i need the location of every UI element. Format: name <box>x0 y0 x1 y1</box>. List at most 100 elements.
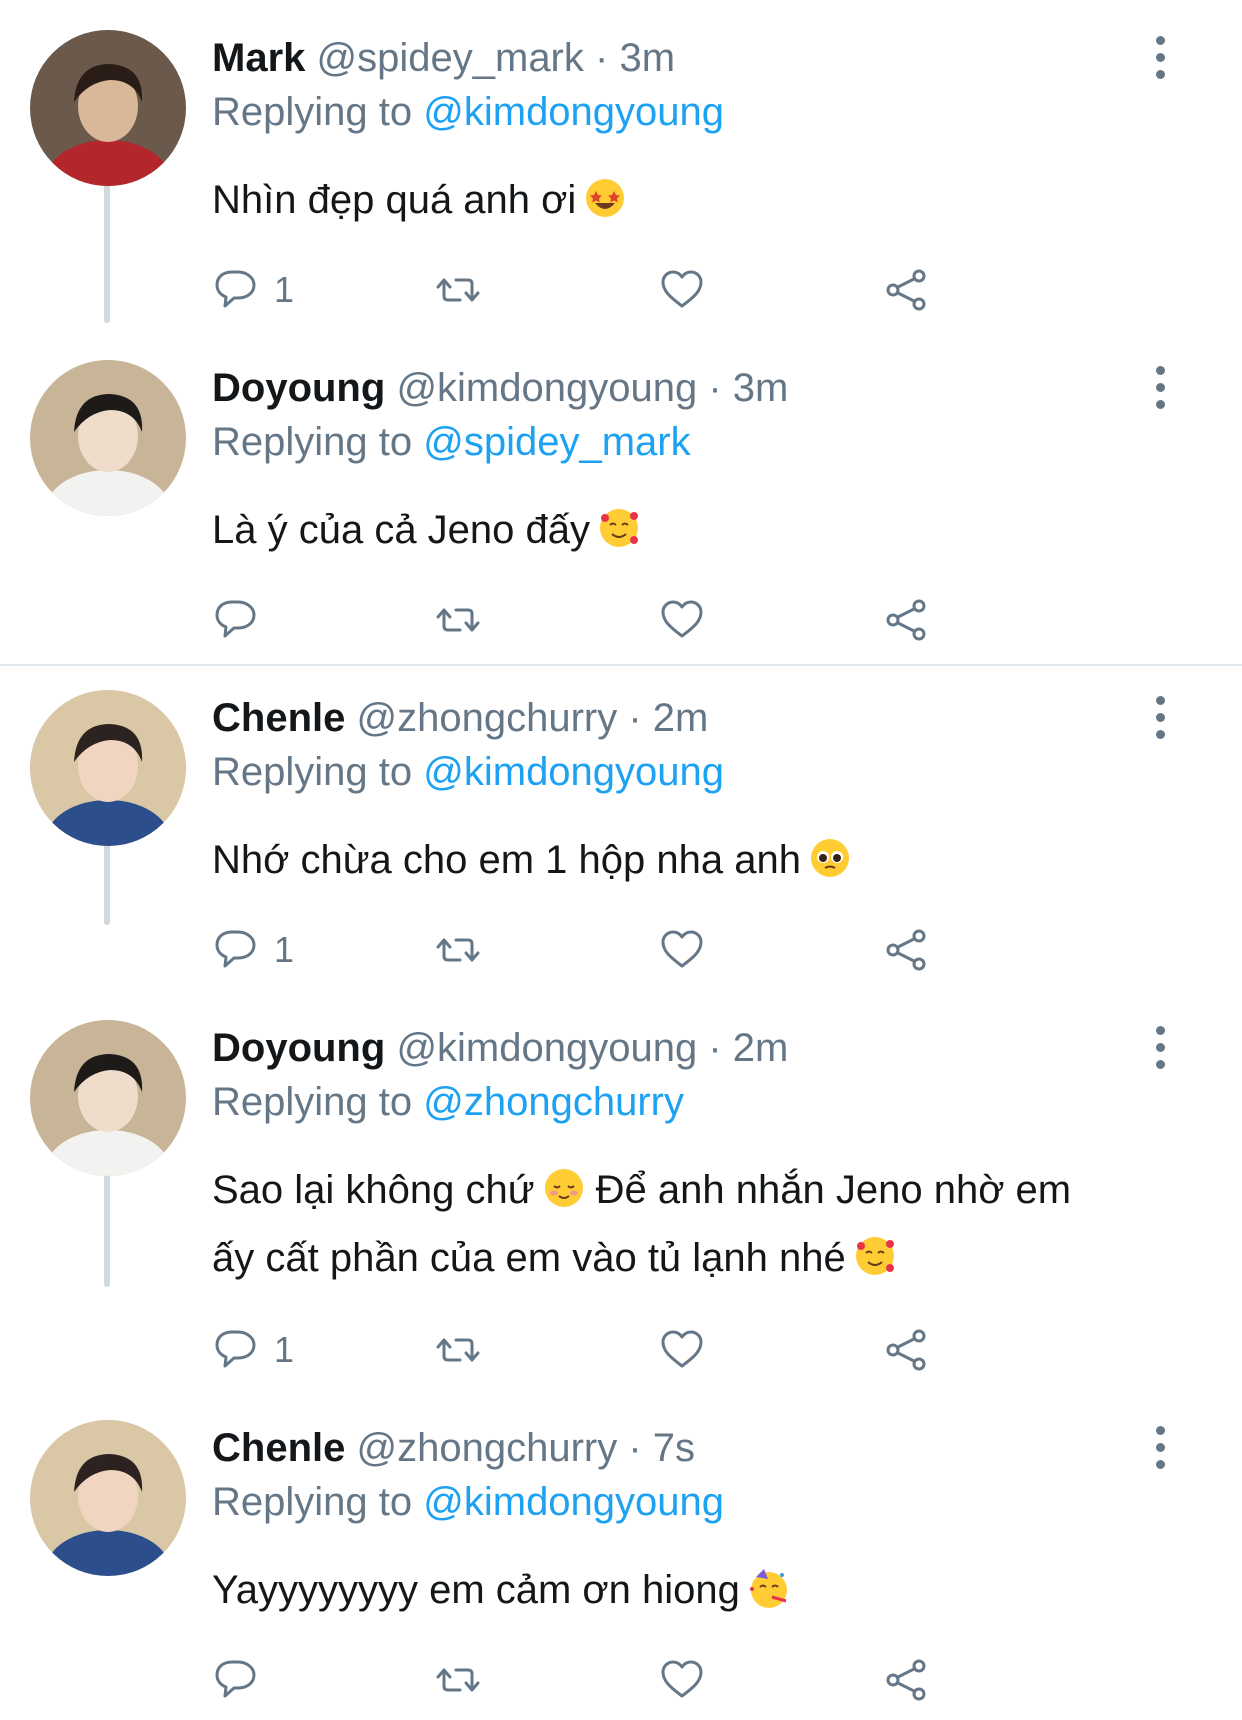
separator: · <box>595 36 609 80</box>
tweet-text-content: Để anh nhắn Jeno nhờ em <box>595 1168 1072 1212</box>
like-button[interactable] <box>658 920 706 980</box>
tweet-text-content: Là ý của cả Jeno đấy <box>212 508 591 552</box>
share-button[interactable] <box>882 1650 930 1710</box>
tweet-text: Yayyyyyyyy em cảm ơn hiong <box>212 1556 1172 1624</box>
timestamp[interactable]: 2m <box>653 696 709 740</box>
more-options-icon[interactable] <box>1148 696 1172 740</box>
avatar-image <box>30 30 186 186</box>
tweet-text: Nhớ chừa cho em 1 hộp nha anh <box>212 826 1172 894</box>
avatar[interactable] <box>30 30 186 186</box>
more-options-icon[interactable] <box>1148 366 1172 410</box>
avatar-image <box>30 1020 186 1176</box>
retweet-button[interactable] <box>434 260 482 320</box>
reply-button[interactable]: 1 <box>212 1320 294 1380</box>
reply-button[interactable]: 1 <box>212 260 294 320</box>
star-struck-emoji <box>584 172 626 217</box>
timestamp[interactable]: 3m <box>733 366 789 410</box>
retweet-button[interactable] <box>434 1320 482 1380</box>
reply-button[interactable] <box>212 590 260 650</box>
share-button[interactable] <box>882 260 930 320</box>
retweet-button[interactable] <box>434 590 482 650</box>
replying-label: Replying to <box>212 1480 413 1524</box>
more-options-icon[interactable] <box>1148 36 1172 80</box>
mention-link[interactable]: @spidey_mark <box>423 420 690 464</box>
share-icon <box>886 929 926 971</box>
like-button[interactable] <box>658 260 706 320</box>
display-name[interactable]: Doyoung <box>212 366 385 410</box>
like-button[interactable] <box>658 1320 706 1380</box>
replying-to: Replying to @zhongchurry <box>212 1078 684 1126</box>
timestamp[interactable]: 2m <box>733 1026 789 1070</box>
tweet-actions <box>212 1650 1012 1710</box>
timestamp[interactable]: 7s <box>653 1426 695 1470</box>
reply-icon <box>215 1330 256 1368</box>
partying-face-emoji <box>748 1562 790 1608</box>
more-options-icon[interactable] <box>1148 1026 1172 1070</box>
replying-to: Replying to @kimdongyoung <box>212 748 724 796</box>
display-name[interactable]: Chenle <box>212 1426 345 1470</box>
mention-link[interactable]: @kimdongyoung <box>423 750 724 794</box>
smiling-face-with-hearts-emoji <box>598 502 640 547</box>
share-button[interactable] <box>882 920 930 980</box>
separator: · <box>708 366 722 410</box>
like-button[interactable] <box>658 1650 706 1710</box>
retweet-button[interactable] <box>434 920 482 980</box>
share-button[interactable] <box>882 590 930 650</box>
mention-link[interactable]: @zhongchurry <box>423 1080 684 1124</box>
tweet-text-content: ấy cất phần của em vào tủ lạnh nhé <box>212 1236 846 1280</box>
avatar-image <box>30 690 186 846</box>
share-icon <box>886 1659 926 1701</box>
retweet-icon <box>436 938 480 962</box>
mention-link[interactable]: @kimdongyoung <box>423 90 724 134</box>
handle[interactable]: @kimdongyoung <box>396 366 697 410</box>
display-name[interactable]: Chenle <box>212 696 345 740</box>
replying-to: Replying to @kimdongyoung <box>212 88 724 136</box>
like-icon <box>661 930 703 968</box>
reply-count: 1 <box>274 929 295 970</box>
share-button[interactable] <box>882 1320 930 1380</box>
timestamp[interactable]: 3m <box>619 36 675 80</box>
avatar[interactable] <box>30 1020 186 1176</box>
avatar[interactable] <box>30 1420 186 1576</box>
separator: · <box>708 1026 722 1070</box>
retweet-icon <box>436 278 480 302</box>
reply-icon <box>215 1660 256 1698</box>
reply-button[interactable] <box>212 1650 260 1710</box>
handle[interactable]: @kimdongyoung <box>396 1026 697 1070</box>
display-name[interactable]: Mark <box>212 36 305 80</box>
reply-button[interactable]: 1 <box>212 920 294 980</box>
retweet-icon <box>436 608 480 632</box>
retweet-button[interactable] <box>434 1650 482 1710</box>
thread-line <box>104 178 110 323</box>
reply-icon <box>215 270 256 308</box>
more-options-icon[interactable] <box>1148 1426 1172 1470</box>
avatar[interactable] <box>30 690 186 846</box>
reply-icon <box>215 600 256 638</box>
tweet-text-content: Nhìn đẹp quá anh ơi <box>212 178 577 222</box>
tweet-text: Là ý của cả Jeno đấy <box>212 496 1172 564</box>
replying-to: Replying to @spidey_mark <box>212 418 691 466</box>
handle[interactable]: @zhongchurry <box>356 696 617 740</box>
separator: · <box>628 1426 642 1470</box>
pleading-face-emoji <box>809 832 851 877</box>
share-icon <box>886 269 926 311</box>
handle[interactable]: @zhongchurry <box>356 1426 617 1470</box>
display-name[interactable]: Doyoung <box>212 1026 385 1070</box>
tweet-actions: 1 <box>212 260 1012 320</box>
tweet-text: Sao lại không chứ Để anh nhắn Jeno nhờ e… <box>212 1156 1172 1292</box>
avatar-image <box>30 360 186 516</box>
replying-label: Replying to <box>212 90 413 134</box>
separator: · <box>628 696 642 740</box>
like-button[interactable] <box>658 590 706 650</box>
mention-link[interactable]: @kimdongyoung <box>423 1480 724 1524</box>
like-icon <box>661 270 703 308</box>
replying-label: Replying to <box>212 420 413 464</box>
avatar[interactable] <box>30 360 186 516</box>
handle[interactable]: @spidey_mark <box>317 36 584 80</box>
replying-label: Replying to <box>212 1080 413 1124</box>
reply-count: 1 <box>274 1329 295 1370</box>
tweet-header: Chenle @zhongchurry · 7s <box>212 1424 695 1472</box>
tweet-text-content: Nhớ chừa cho em 1 hộp nha anh <box>212 838 801 882</box>
retweet-icon <box>436 1668 480 1692</box>
retweet-icon <box>436 1338 480 1362</box>
